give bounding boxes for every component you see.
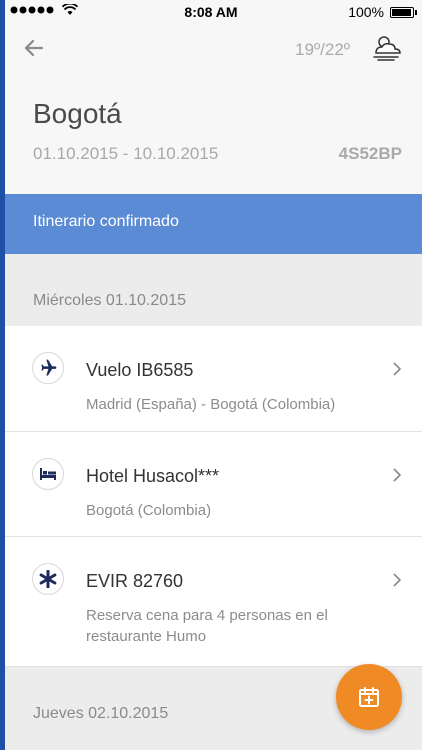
itinerary-item-flight[interactable]: Vuelo IB6585 Madrid (España) - Bogotá (C… — [0, 326, 422, 432]
status-bar: 8:08 AM 100% — [0, 0, 422, 24]
trip-header: 19º/22º Bogotá 01.10.2015 - 10.10.2015 4… — [0, 24, 422, 194]
bed-icon — [32, 458, 64, 490]
back-arrow-icon[interactable] — [22, 36, 46, 60]
trip-dates: 01.10.2015 - 10.10.2015 — [33, 144, 219, 163]
item-subtitle: Bogotá (Colombia) — [86, 502, 212, 519]
booking-code: 4S52BP — [338, 144, 402, 163]
day-label: Miércoles 01.10.2015 — [33, 292, 186, 309]
item-subtitle: Madrid (España) - Bogotá (Colombia) — [86, 396, 336, 413]
day-header: Miércoles 01.10.2015 — [0, 254, 422, 326]
calendar-add-icon — [359, 687, 379, 707]
add-to-calendar-button[interactable] — [336, 664, 402, 730]
chevron-right-icon — [393, 362, 402, 376]
plane-icon — [32, 352, 64, 384]
cloudy-weather-icon — [373, 36, 401, 61]
item-title: Hotel Husacol*** — [86, 466, 220, 486]
itinerary-item-hotel[interactable]: Hotel Husacol*** Bogotá (Colombia) — [0, 432, 422, 537]
item-subtitle: Reserva cena para 4 personas en el resta… — [86, 607, 328, 645]
temperature-range: 19º/22º — [295, 40, 350, 59]
item-title: EVIR 82760 — [86, 571, 184, 591]
battery-percent: 100% — [348, 4, 384, 20]
itinerary-item-reservation[interactable]: EVIR 82760 Reserva cena para 4 personas … — [0, 537, 422, 667]
itinerary-status-label: Itinerario confirmado — [33, 213, 179, 230]
chevron-right-icon — [393, 573, 402, 587]
chevron-right-icon — [393, 468, 402, 482]
trip-city: Bogotá — [33, 98, 122, 129]
day-label: Jueves 02.10.2015 — [33, 705, 169, 722]
battery-icon — [390, 6, 417, 18]
battery-fill — [392, 8, 411, 16]
asterisk-icon — [32, 563, 64, 595]
itinerary-status-banner: Itinerario confirmado — [0, 194, 422, 254]
left-accent-bar — [0, 0, 5, 750]
item-title: Vuelo IB6585 — [86, 360, 194, 380]
